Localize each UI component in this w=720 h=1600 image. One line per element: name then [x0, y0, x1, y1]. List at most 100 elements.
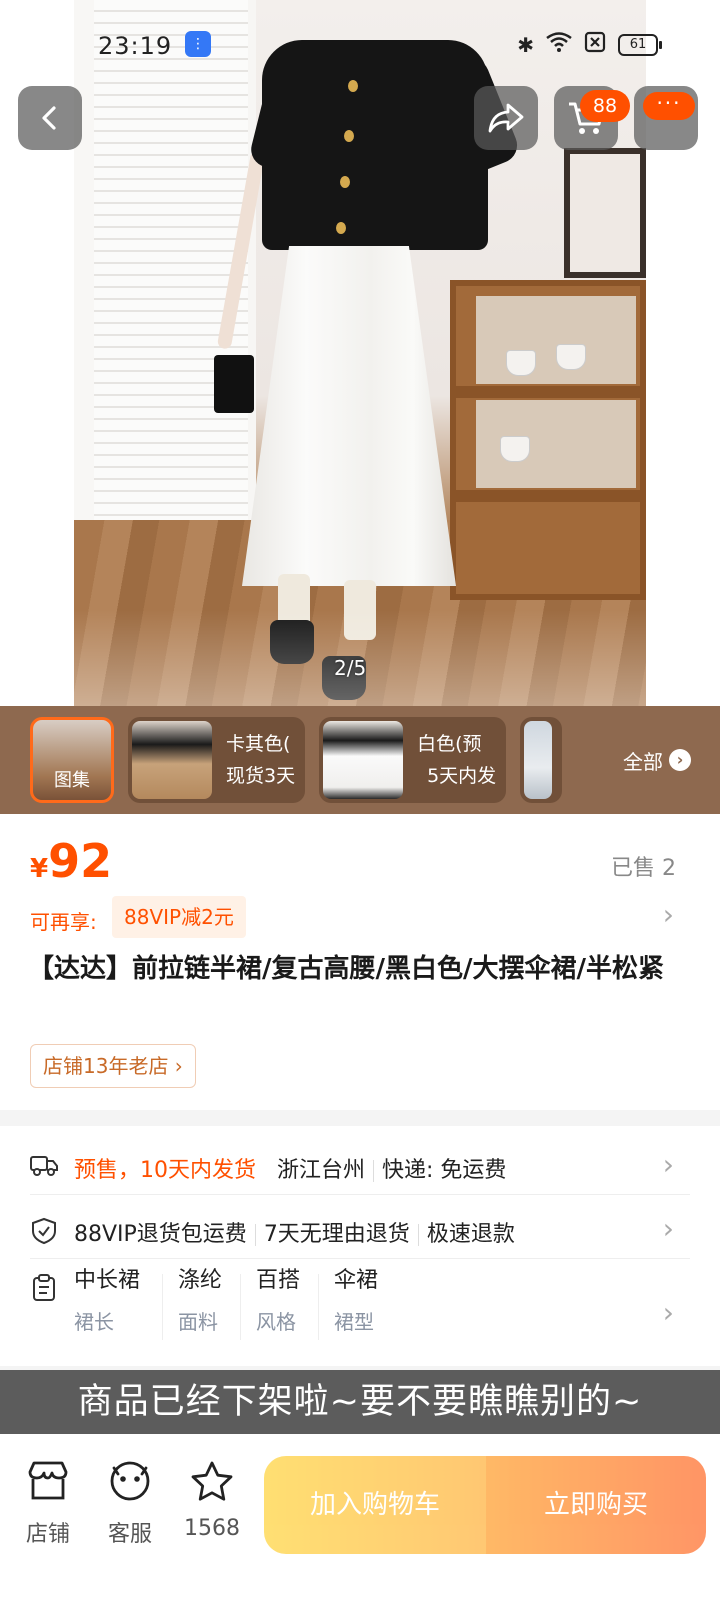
star-icon [176, 1460, 248, 1512]
favorite-count: 1568 [184, 1516, 240, 1541]
photo-shoe-left [270, 620, 314, 664]
no-sim-icon [584, 31, 606, 58]
add-to-cart-button[interactable]: 加入购物车 [264, 1456, 486, 1554]
thumb-variant-khaki[interactable]: 卡其色( 现货3天 [128, 717, 306, 803]
cart-count-badge: 88 [580, 90, 630, 122]
chevron-right-icon: › [669, 749, 691, 771]
price-value: 92 [48, 834, 113, 888]
status-bar: 23:19 ⋮ ✱ 61 [0, 0, 720, 90]
attribute-separator [162, 1274, 163, 1340]
clipboard-icon [30, 1274, 58, 1302]
photo-picture-frame [564, 148, 646, 278]
attribute-value: 中长裙 [74, 1268, 141, 1293]
price-currency: ¥ [30, 854, 49, 884]
store-icon [12, 1460, 84, 1512]
battery-icon: 61 [618, 33, 662, 56]
thumb-variant-line2: 现货3天 [226, 765, 296, 787]
store-label: 店铺 [25, 1522, 70, 1547]
guarantee-item: 88VIP退货包运费 [74, 1222, 247, 1247]
shop-age-label: 店铺13年老店 [43, 1054, 169, 1078]
shelf-cup [556, 344, 586, 370]
photo-shelf [450, 280, 646, 600]
offshelf-banner: 商品已经下架啦~要不要瞧瞧别的~ [0, 1370, 720, 1434]
price: ¥92 [30, 834, 112, 888]
photo-white-skirt [242, 246, 456, 586]
status-time: 23:19 [98, 32, 173, 60]
shelf-board [456, 490, 640, 502]
app-notification-icon: ⋮ [185, 31, 211, 57]
shop-age-tag[interactable]: 店铺13年老店 › [30, 1044, 196, 1088]
attribute-separator [240, 1274, 241, 1340]
guarantee-item: 极速退款 [426, 1222, 515, 1247]
promo-label: 可再享: [30, 910, 97, 934]
shelf-compartment [476, 296, 636, 384]
product-title: 【达达】前拉链半裙/复古高腰/黑白色/大摆伞裙/半松紧 [28, 954, 664, 984]
attribute-key: 裙型 [334, 1310, 374, 1334]
attribute-fabric: 涤纶 面料 [178, 1262, 222, 1335]
shelf-board [456, 386, 640, 398]
thumb-gallery-label: 图集 [54, 770, 90, 791]
chevron-right-icon: › [662, 1148, 674, 1181]
presale-text: 预售，10天内发货 [74, 1158, 256, 1183]
attribute-key: 风格 [256, 1310, 296, 1334]
photo-handbag [214, 355, 254, 413]
guarantee-item: 7天无理由退货 [263, 1222, 410, 1247]
attribute-length: 中长裙 裙长 [74, 1262, 140, 1335]
promo-chip[interactable]: 88VIP减2元 [112, 896, 246, 938]
shirt-button [336, 222, 346, 234]
thumb-variant-white[interactable]: 白色(预 5天内发 [319, 717, 507, 803]
product-gallery[interactable]: 23:19 ⋮ ✱ 61 88 ··· 2/5 [0, 0, 720, 720]
service-card: 预售，10天内发货 浙江台州 快递: 免运费 › 88VIP退货包运费 7天无理由退… [0, 1126, 720, 1366]
thumb-variant-line1: 卡其色( [226, 733, 291, 755]
thumb-variant-partial[interactable] [520, 717, 563, 803]
chevron-right-icon[interactable]: › [663, 898, 674, 931]
view-all-variants-button[interactable]: 全部 › [594, 706, 720, 814]
attribute-key: 面料 [178, 1310, 218, 1334]
shelf-cup [500, 436, 530, 462]
shirt-button [344, 130, 354, 142]
thumb-gallery[interactable]: 图集 [30, 717, 114, 803]
shelf-cup [506, 350, 536, 376]
divider [30, 1194, 690, 1195]
attribute-value: 涤纶 [178, 1268, 223, 1293]
truck-icon [30, 1153, 58, 1181]
buy-now-button[interactable]: 立即购买 [486, 1456, 706, 1554]
attribute-value: 百搭 [256, 1268, 301, 1293]
thumb-variant-line2: 5天内发 [427, 765, 497, 787]
sold-count: 已售 2 [611, 856, 676, 881]
back-icon [42, 106, 56, 130]
system-icons: ✱ 61 [517, 31, 662, 58]
divider [30, 1258, 690, 1259]
attribute-style: 百搭 风格 [256, 1262, 300, 1335]
chevron-right-icon: › [662, 1296, 674, 1329]
attribute-key: 裙长 [74, 1310, 114, 1334]
chevron-right-icon: › [662, 1212, 674, 1245]
share-icon [488, 103, 524, 133]
store-tab[interactable]: 店铺 [12, 1460, 84, 1548]
bottom-action-bar: 店铺 客服 1568 加入购物车 立即购买 [0, 1434, 720, 1600]
thumb-variant-image [524, 721, 553, 799]
product-info-card: ¥92 已售 2 可再享: 88VIP减2元 › 【达达】前拉链半裙/复古高腰/… [0, 814, 720, 1110]
shield-check-icon [30, 1217, 58, 1245]
back-button[interactable] [18, 86, 82, 150]
customer-service-label: 客服 [107, 1522, 152, 1547]
photo-sock-right [344, 580, 376, 640]
delivery-text: 快递: 免运费 [382, 1158, 507, 1183]
shipping-row[interactable]: 预售，10天内发货 浙江台州 快递: 免运费 › [0, 1146, 720, 1188]
bluetooth-icon: ✱ [517, 32, 534, 57]
thumb-variant-line1: 白色(预 [417, 733, 482, 755]
thumb-variant-image [323, 721, 404, 799]
variant-thumbnail-strip[interactable]: 图集 卡其色( 现货3天 白色(预 5天内发 全部 › [0, 706, 720, 814]
wifi-icon [546, 32, 572, 57]
more-icon[interactable]: ··· [643, 92, 695, 120]
origin-text: 浙江台州 [277, 1158, 366, 1183]
shirt-button [340, 176, 350, 188]
favorite-tab[interactable]: 1568 [176, 1460, 248, 1541]
gallery-page-indicator: 2/5 [334, 656, 367, 680]
guarantee-row[interactable]: 88VIP退货包运费 7天无理由退货 极速退款 › [0, 1210, 720, 1252]
share-button[interactable] [474, 86, 538, 150]
thumb-variant-image [132, 721, 212, 799]
customer-service-tab[interactable]: 客服 [94, 1460, 166, 1548]
attribute-value: 伞裙 [334, 1268, 379, 1293]
attribute-separator [318, 1274, 319, 1340]
